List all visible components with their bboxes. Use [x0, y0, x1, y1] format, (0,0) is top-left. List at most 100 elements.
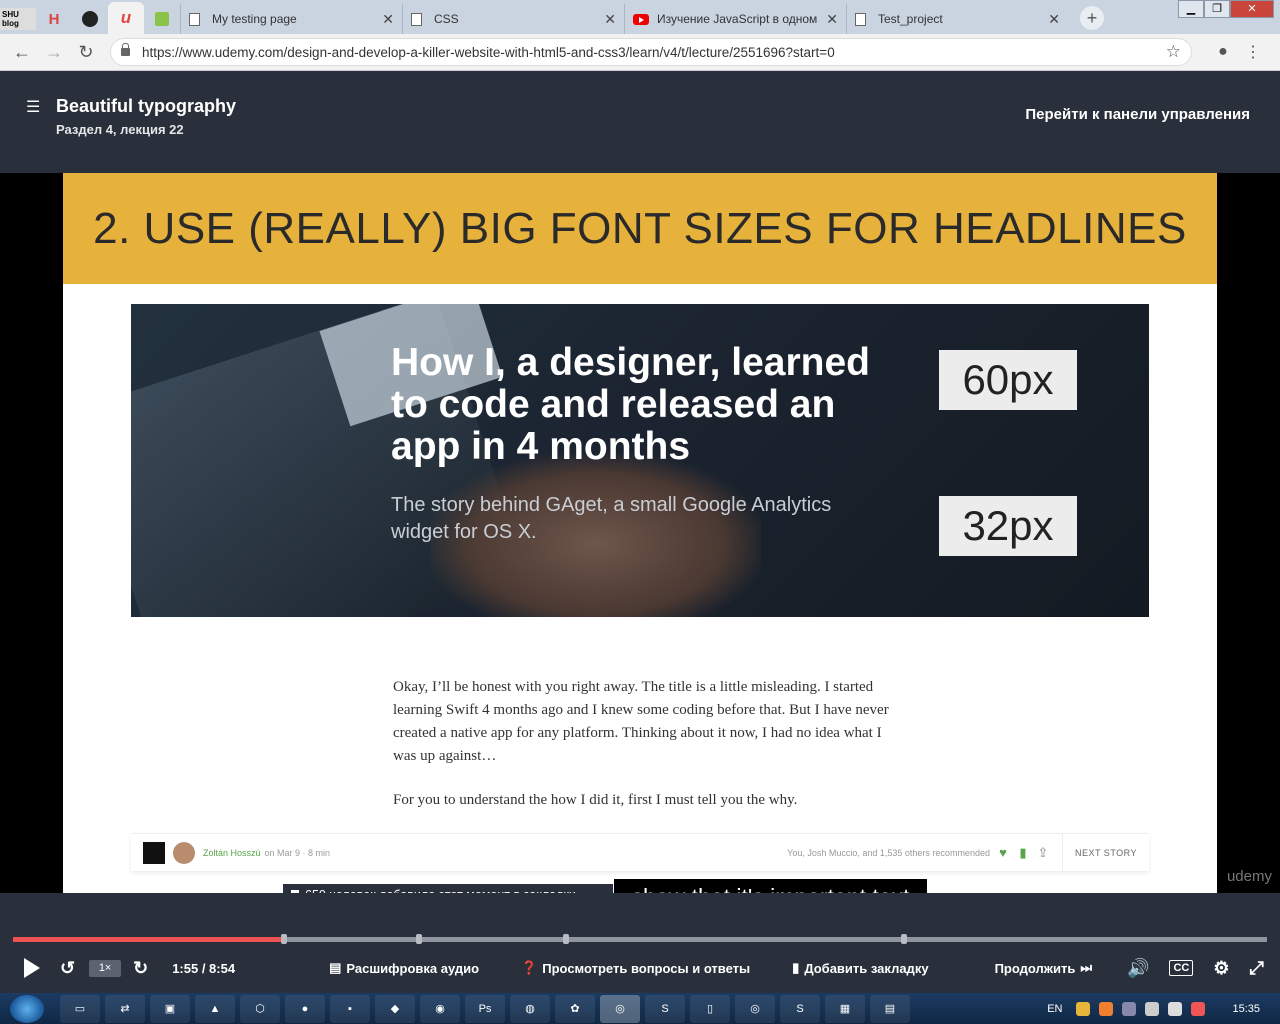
tab-my-testing-page[interactable]: My testing page ✕ — [180, 4, 402, 34]
pinned-tab-h[interactable]: H — [36, 4, 72, 34]
udemy-icon: u — [120, 8, 132, 27]
article-subheadline: The story behind GAget, a small Google A… — [391, 494, 832, 543]
intellij-icon[interactable]: ▪ — [330, 994, 370, 1023]
transcript-button[interactable]: ▤ Расшифровка аудио — [329, 960, 479, 976]
progress-bar[interactable] — [13, 934, 1267, 944]
app-icon[interactable]: ● — [285, 994, 325, 1023]
article-paragraph: For you to understand the how I did it, … — [393, 792, 798, 808]
chrome-alt-icon[interactable]: ◍ — [510, 994, 550, 1023]
restore-icon[interactable]: ❐ — [1204, 0, 1230, 18]
tab-css[interactable]: CSS ✕ — [402, 4, 624, 34]
bookmark-marker[interactable] — [281, 934, 287, 944]
dashboard-link[interactable]: Перейти к панели управления — [1025, 106, 1250, 123]
window-close-icon[interactable]: ✕ — [1230, 0, 1274, 18]
pinned-tab-shublog[interactable]: SHU blog — [0, 4, 36, 34]
article-hero-image: How I, a designer, learned to code and r… — [131, 304, 1149, 617]
article-headline: How I, a designer, learned to code and r… — [391, 341, 870, 468]
notepad-icon[interactable]: ▤ — [870, 994, 910, 1023]
system-tray: EN 15:35 — [1047, 1001, 1280, 1016]
forward-icon[interactable]: ↻ — [133, 958, 148, 979]
floppy-icon[interactable]: ▣ — [150, 994, 190, 1023]
pinned-tab-github[interactable] — [72, 4, 108, 34]
tab-test-project[interactable]: Test_project ✕ — [846, 4, 1068, 34]
menu-dots-icon[interactable]: ⋮ — [1238, 42, 1268, 62]
close-tab-icon[interactable]: ✕ — [1048, 11, 1060, 28]
photoshop-icon[interactable]: Ps — [465, 994, 505, 1023]
skip-next-icon: ⏭ — [1080, 960, 1093, 975]
document-icon — [189, 12, 200, 26]
profile-icon[interactable]: ● — [1208, 43, 1238, 61]
publication-logo — [143, 841, 165, 864]
language-indicator[interactable]: EN — [1047, 1003, 1062, 1015]
rewind-icon[interactable]: ↺ — [60, 958, 75, 979]
course-header: ☰ Beautiful typography Раздел 4, лекция … — [0, 71, 1280, 173]
chrome-icon[interactable]: ◎ — [600, 994, 640, 1023]
bookmark-marker[interactable] — [563, 934, 569, 944]
playback-rate-button[interactable]: 1× — [89, 959, 122, 977]
bookmark-icon: ▮ — [1019, 844, 1027, 860]
calendar-icon[interactable]: ▦ — [825, 994, 865, 1023]
skype-icon[interactable]: S — [780, 994, 820, 1023]
avatar — [173, 841, 195, 864]
bookmark-marker[interactable] — [416, 934, 422, 944]
qa-button[interactable]: ❓ Просмотреть вопросы и ответы — [521, 960, 750, 976]
add-bookmark-button[interactable]: ▮ Добавить закладку — [792, 960, 928, 976]
lecture-title: Beautiful typography — [56, 96, 237, 116]
progress-played — [13, 937, 284, 942]
flag-tray-icon[interactable] — [1191, 1001, 1206, 1016]
video-player[interactable]: 2. USE (REALLY) BIG FONT SIZES FOR HEADL… — [0, 173, 1280, 893]
clock[interactable]: 15:35 — [1232, 1003, 1260, 1015]
tray-icon[interactable] — [1099, 1001, 1114, 1016]
gem-icon[interactable]: ◆ — [375, 994, 415, 1023]
tab-youtube[interactable]: Изучение JavaScript в одном ✕ — [624, 4, 846, 34]
tray-icon[interactable] — [1122, 1001, 1137, 1016]
bookmark-star-icon[interactable]: ☆ — [1166, 42, 1181, 62]
lecture-subtitle: Раздел 4, лекция 22 — [56, 122, 184, 137]
teamviewer-icon[interactable]: ⇄ — [105, 994, 145, 1023]
pinned-tab-leaf[interactable] — [144, 4, 180, 34]
close-tab-icon[interactable]: ✕ — [826, 11, 838, 28]
article-body: Okay, I’ll be honest with you right away… — [393, 676, 893, 833]
address-bar[interactable]: https://www.udemy.com/design-and-develop… — [110, 38, 1192, 66]
lecture-slide: 2. USE (REALLY) BIG FONT SIZES FOR HEADL… — [63, 173, 1217, 893]
android-icon[interactable]: ▲ — [195, 994, 235, 1023]
settings-gear-icon[interactable]: ⚙ — [1213, 958, 1229, 979]
curriculum-menu-icon[interactable]: ☰ — [26, 97, 40, 117]
continue-label: Продолжить — [994, 960, 1076, 976]
url-text: https://www.udemy.com/design-and-develop… — [142, 44, 835, 60]
article-footer: Zoltán Hosszú on Mar 9 · 8 min You, Josh… — [131, 833, 1149, 872]
udemy-watermark: udemy — [1226, 868, 1272, 885]
lock-icon — [121, 43, 130, 56]
close-tab-icon[interactable]: ✕ — [382, 11, 394, 28]
minimize-icon[interactable]: ▁ — [1178, 0, 1204, 18]
question-icon: ❓ — [521, 960, 538, 975]
playback-time: 1:55 / 8:54 — [172, 960, 236, 976]
bookmark-marker[interactable] — [901, 934, 907, 944]
slide-banner-title: 2. USE (REALLY) BIG FONT SIZES FOR HEADL… — [93, 203, 1187, 253]
network-icon[interactable]: ✿ — [555, 994, 595, 1023]
reload-icon[interactable]: ↻ — [70, 42, 102, 63]
pinned-tab-udemy[interactable]: u — [108, 2, 144, 34]
continue-button[interactable]: Продолжить ⏭ — [995, 960, 1097, 976]
close-tab-icon[interactable]: ✕ — [604, 11, 616, 28]
tab-title: Test_project — [878, 12, 943, 26]
firefox-icon[interactable]: ◉ — [420, 994, 460, 1023]
volume-icon[interactable]: 🔊 — [1127, 958, 1149, 979]
recommend-text: You, Josh Muccio, and 1,535 others recom… — [787, 847, 990, 858]
explorer-icon[interactable]: ▭ — [60, 994, 100, 1023]
window-app-icon[interactable]: ▯ — [690, 994, 730, 1023]
virtualbox-icon[interactable]: ⬡ — [240, 994, 280, 1023]
sublime-icon[interactable]: S — [645, 994, 685, 1023]
github-icon — [82, 11, 98, 27]
fullscreen-icon[interactable]: ⤢ — [1249, 958, 1263, 979]
captions-icon[interactable]: CC — [1169, 960, 1194, 976]
tray-icon[interactable] — [1076, 1001, 1091, 1016]
volume-tray-icon[interactable] — [1168, 1001, 1183, 1016]
back-icon[interactable]: ← — [6, 42, 38, 63]
network-tray-icon[interactable] — [1145, 1001, 1160, 1016]
start-button[interactable] — [10, 994, 44, 1023]
forward-icon[interactable]: → — [38, 42, 70, 63]
play-icon[interactable] — [24, 958, 40, 978]
new-tab-button[interactable]: + — [1080, 6, 1104, 30]
chrome-second-icon[interactable]: ◎ — [735, 994, 775, 1023]
